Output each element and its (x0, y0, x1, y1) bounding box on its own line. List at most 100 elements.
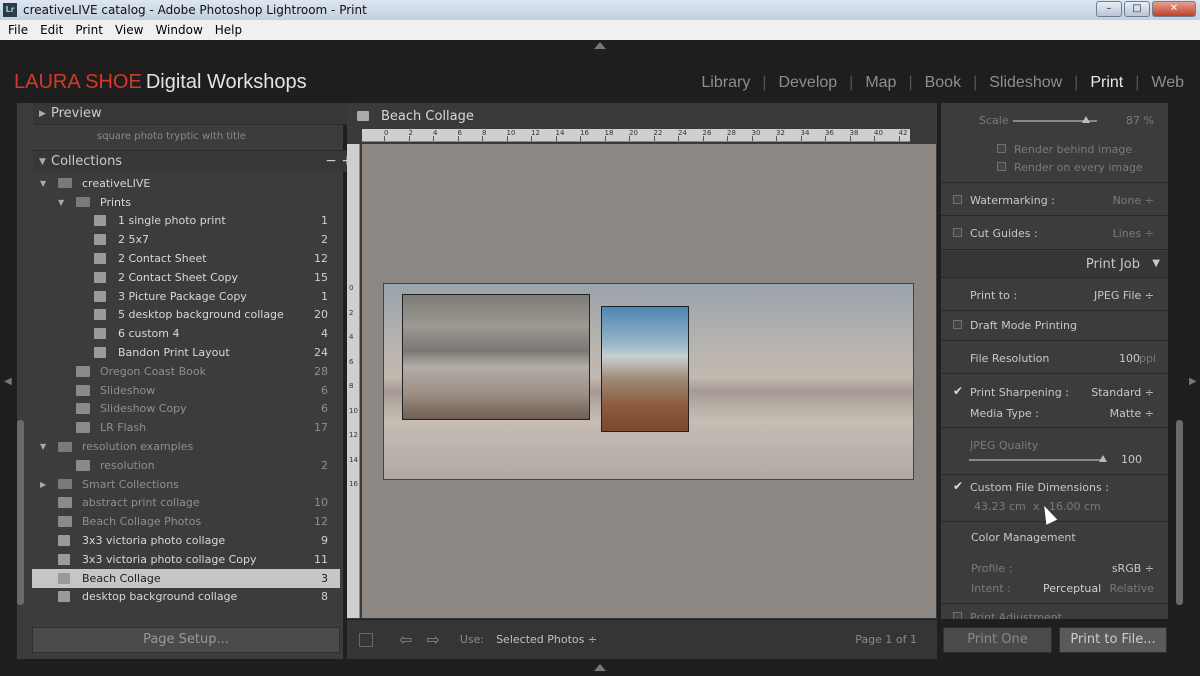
next-page-arrow-icon[interactable]: ⇨ (426, 630, 439, 649)
module-develop[interactable]: Develop (778, 74, 837, 92)
collections-panel-header[interactable]: ▼ Collections − + (33, 150, 359, 172)
draft-mode-label: Draft Mode Printing (970, 319, 1078, 332)
background-photo-cell[interactable] (383, 283, 914, 480)
print-collection-icon (94, 215, 106, 227)
intent-perceptual-option[interactable]: Perceptual (1043, 582, 1101, 595)
module-book[interactable]: Book (925, 74, 961, 92)
cut-guides-selector[interactable]: Lines ÷ (1113, 227, 1154, 240)
custom-dimensions-checkbox[interactable]: ✔ (953, 479, 963, 493)
collection-row[interactable]: 1 single photo print 1 (32, 212, 340, 231)
collection-row[interactable]: 3x3 victoria photo collage 9 (32, 531, 340, 550)
jpeg-quality-slider[interactable] (969, 459, 1103, 461)
photo-cell-2[interactable] (601, 306, 689, 432)
module-print[interactable]: Print (1090, 74, 1123, 92)
ruler-tick-mark (800, 136, 802, 141)
collection-row[interactable]: 2 Contact Sheet Copy 15 (32, 268, 340, 287)
module-library[interactable]: Library (701, 74, 750, 92)
print-collection-icon (94, 328, 106, 340)
file-resolution-value[interactable]: 100 (1119, 352, 1140, 365)
dimensions-width[interactable]: 43.23 cm (974, 500, 1026, 513)
scale-slider-knob[interactable] (1082, 116, 1091, 123)
ruler-tick-label: 34 (800, 129, 810, 137)
module-map[interactable]: Map (865, 74, 896, 92)
right-panel-scrollbar[interactable] (1176, 420, 1183, 605)
menu-edit[interactable]: Edit (40, 23, 63, 37)
page-setup-button[interactable]: Page Setup... (32, 627, 340, 653)
collection-row[interactable]: resolution 2 (32, 456, 340, 475)
intent-relative-option[interactable]: Relative (1110, 582, 1154, 595)
render-behind-checkbox[interactable] (997, 144, 1006, 153)
right-panel-toggle-icon[interactable]: ▶ (1189, 376, 1197, 387)
photo-cell-1[interactable] (402, 294, 590, 420)
collection-row[interactable]: 3x3 victoria photo collage Copy 11 (32, 550, 340, 569)
draft-mode-checkbox[interactable] (953, 320, 962, 329)
menu-print[interactable]: Print (75, 23, 103, 37)
watermarking-selector[interactable]: None ÷ (1113, 194, 1154, 207)
minimize-button[interactable]: – (1096, 1, 1122, 17)
collection-row[interactable]: Slideshow Copy 6 (32, 400, 340, 419)
print-sharpening-selector[interactable]: Standard ÷ (1091, 386, 1154, 399)
collection-row[interactable]: Bandon Print Layout 24 (32, 343, 340, 362)
left-panel-scrollbar[interactable] (17, 420, 24, 605)
ruler-tick-mark (874, 136, 875, 141)
collapse-top-panel-icon[interactable] (594, 42, 606, 49)
collection-row[interactable]: 6 custom 4 4 (32, 324, 340, 343)
menu-help[interactable]: Help (215, 23, 242, 37)
collapse-filmstrip-icon[interactable] (594, 664, 606, 671)
template-item[interactable]: square photo tryptic with title (47, 128, 357, 146)
print-adjustment-checkbox[interactable] (953, 612, 962, 619)
collection-count: 1 (321, 214, 328, 228)
preview-panel-header[interactable]: ▶ Preview (33, 103, 359, 125)
print-sharpening-checkbox[interactable]: ✔ (953, 384, 963, 398)
use-selector[interactable]: Selected Photos ÷ (496, 633, 597, 646)
jpeg-quality-slider-knob[interactable] (1099, 455, 1107, 462)
print-job-header[interactable]: Print Job ▼ (941, 251, 1168, 277)
collection-set-row[interactable]: ▶ Smart Collections (32, 475, 340, 494)
module-slideshow[interactable]: Slideshow (989, 74, 1062, 92)
collection-row[interactable]: Oregon Coast Book 28 (32, 362, 340, 381)
print-sharpening-label: Print Sharpening : (970, 386, 1069, 399)
maximize-button[interactable]: □ (1124, 1, 1150, 17)
collection-row[interactable]: Slideshow 6 (32, 381, 340, 400)
collapse-arrow-icon[interactable]: ▼ (40, 442, 46, 451)
module-web[interactable]: Web (1151, 74, 1184, 92)
web-collection-icon (76, 422, 90, 434)
print-collection-icon (94, 290, 106, 302)
collection-row[interactable]: 2 Contact Sheet 12 (32, 249, 340, 268)
collection-row[interactable]: desktop background collage 8 (32, 588, 340, 607)
collection-row[interactable]: 3 Picture Package Copy 1 (32, 287, 340, 306)
collection-name: Oregon Coast Book (100, 364, 206, 378)
collection-set-row[interactable]: ▼ Prints (32, 193, 340, 212)
previous-page-arrow-icon[interactable]: ⇦ (399, 630, 412, 649)
print-job-title: Print Job (1085, 257, 1140, 272)
collection-row[interactable]: LR Flash 17 (32, 418, 340, 437)
left-panel-toggle-icon[interactable]: ◀ (4, 376, 12, 387)
menu-window[interactable]: Window (155, 23, 202, 37)
collection-row[interactable]: abstract print collage 10 (32, 494, 340, 513)
dimensions-height[interactable]: 16.00 cm (1049, 500, 1101, 513)
collection-row[interactable]: 2 5x7 2 (32, 230, 340, 249)
collection-row[interactable]: Beach Collage 3 (32, 568, 340, 588)
collection-row[interactable]: 5 desktop background collage 20 (32, 306, 340, 325)
print-to-file-button[interactable]: Print to File... (1059, 627, 1167, 653)
collection-set-row[interactable]: ▼ creativeLIVE (32, 174, 340, 193)
collection-count: 11 (314, 552, 328, 566)
expand-arrow-icon[interactable]: ▶ (40, 480, 46, 489)
profile-selector[interactable]: sRGB ÷ (1112, 562, 1154, 575)
print-one-button[interactable]: Print One (943, 627, 1052, 653)
grid-view-icon[interactable] (359, 632, 373, 647)
render-every-checkbox[interactable] (997, 162, 1006, 171)
collapse-arrow-icon[interactable]: ▼ (40, 179, 46, 188)
watermarking-checkbox[interactable] (953, 195, 962, 204)
menu-view[interactable]: View (115, 23, 143, 37)
cut-guides-checkbox[interactable] (953, 228, 962, 237)
print-to-selector[interactable]: JPEG File ÷ (1094, 289, 1154, 302)
collection-row[interactable]: Beach Collage Photos 12 (32, 512, 340, 531)
collection-name: Bandon Print Layout (118, 346, 230, 360)
media-type-selector[interactable]: Matte ÷ (1110, 407, 1154, 420)
collapse-arrow-icon[interactable]: ▼ (58, 198, 64, 207)
menu-file[interactable]: File (8, 23, 28, 37)
collection-set-row[interactable]: ▼ resolution examples (32, 437, 340, 456)
close-button[interactable]: ✕ (1152, 1, 1196, 17)
collection-name: resolution (100, 458, 155, 472)
